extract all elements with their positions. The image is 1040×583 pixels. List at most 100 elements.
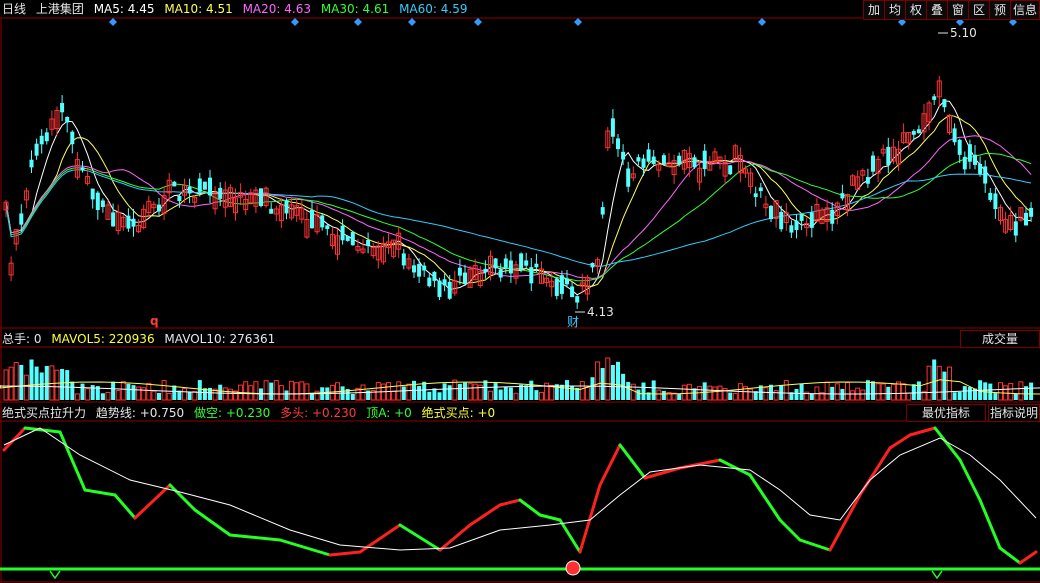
candlestick [463,264,467,286]
candle-body [575,296,580,303]
rights-button[interactable]: 权 [905,0,927,20]
indicator-segment [578,483,602,554]
volume-bar [60,368,65,400]
volume-bar [350,393,355,400]
volume-bar [65,370,70,400]
indicator-segment [798,538,832,552]
candle-body [646,149,651,162]
candle-body [702,150,707,170]
volume-bar [29,359,34,400]
volume-bar [391,390,397,401]
volume-bar [406,383,412,401]
candlestick [855,170,861,190]
volume-bar [717,385,723,401]
candlestick [90,188,95,209]
candlestick [310,200,314,229]
candlestick [875,155,881,183]
candle-body [503,258,508,268]
indicator-segment [518,498,542,517]
candlestick [350,230,355,246]
candlestick [579,273,585,294]
chart-canvas[interactable]: 5.10 4.13 财 q [0,0,1040,583]
candlestick [926,100,932,131]
candlestick [916,125,921,134]
candlestick [819,207,825,225]
candle-body [417,264,422,277]
average-button[interactable]: 均 [884,0,906,20]
candle-body [840,193,845,199]
volume-button[interactable]: 成交量 [960,330,1040,348]
candle-body [534,263,539,268]
indicator-segment [978,498,1002,550]
candlestick [417,258,422,283]
info-button[interactable]: 信息 [1010,0,1040,20]
candlestick [278,198,284,228]
candlestick [157,198,161,216]
volume-bar [457,383,462,400]
candle-body [90,188,95,200]
candle-body [570,286,575,298]
candle-body [259,188,263,207]
forecast-button[interactable]: 预 [989,0,1011,20]
indicator-header: 绝式买点拉升力 趋势线: +0.750 做空: +0.230 多头: +0.23… [2,405,501,422]
mavol10-readout: MAVOL10: 276361 [164,332,276,346]
window-button[interactable]: 窗 [947,0,969,20]
candle-body [728,165,733,175]
indicator-name[interactable]: 绝式买点拉升力 [2,406,86,420]
candlestick [70,130,75,154]
short-readout: 做空: +0.230 [193,406,271,420]
volume-bar [120,381,126,401]
volume-bar [422,381,427,400]
candlestick [23,187,29,209]
volume-bar [911,384,916,400]
volume-bar [616,361,620,400]
volume-bar [463,382,467,400]
finance-marker[interactable]: 财 [567,315,579,329]
period-label[interactable]: 日线 [2,2,26,16]
candle-body [126,215,131,229]
indicator-help-button[interactable]: 指标说明 [988,404,1040,422]
volume-bar [442,383,447,400]
volume-header: 总手: 0 MAVOL5: 220936 MAVOL10: 276361 [2,331,281,348]
volume-bar [513,392,519,401]
volume-bar [294,382,300,401]
volume-bar [794,389,799,400]
candlestick [732,143,738,161]
candlestick [325,224,330,236]
best-indicator-button[interactable]: 最优指标 [906,404,986,422]
candlestick [508,251,513,283]
candlestick [605,126,611,152]
volume-bar [845,382,850,401]
add-button[interactable]: 加 [863,0,885,20]
candlestick [146,195,152,218]
candlestick [259,188,263,208]
candlestick [269,202,274,214]
candlestick [1003,211,1009,235]
candlestick [962,151,967,174]
candle-body [172,181,177,187]
indicator-segment [933,426,962,462]
candlestick [329,227,335,250]
candlestick [151,201,157,214]
volume-bar [957,391,962,400]
candlestick [412,259,416,278]
volume-bar [748,388,754,401]
candle-body [177,195,182,202]
range-button[interactable]: 区 [968,0,990,20]
candlestick [1008,206,1014,232]
candle-body [967,144,972,162]
volume-bar [508,387,513,400]
candlestick [646,143,651,163]
volume-bar [289,380,295,401]
volume-bar [243,381,249,401]
volume-bar [90,385,95,400]
candlestick [238,183,244,206]
indicator-segment [618,443,647,480]
volume-bar [375,382,381,401]
volume-bar [681,384,687,401]
candlestick [830,202,835,232]
ma5-readout: MA5: 4.45 [93,2,155,16]
volume-bar [702,382,707,400]
volume-bar [565,380,569,400]
overlay-button[interactable]: 叠 [926,0,948,20]
